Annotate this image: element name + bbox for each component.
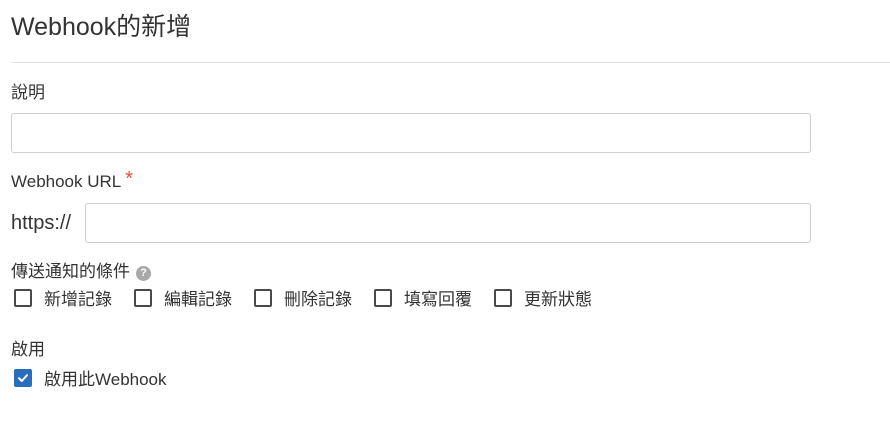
conditions-label-row: 傳送通知的條件?: [11, 261, 151, 283]
url-prefix: https://: [11, 212, 72, 234]
help-icon[interactable]: ?: [136, 266, 151, 281]
checkbox-label: 編輯記錄: [164, 290, 232, 309]
url-label-row: Webhook URL *: [11, 168, 134, 193]
enable-section-label: 啟用: [11, 340, 45, 359]
page-title: Webhook的新增: [11, 13, 192, 41]
title-divider: [11, 62, 890, 63]
checkbox-label: 新增記錄: [44, 290, 112, 309]
webhook-url-input[interactable]: [85, 203, 811, 243]
checkbox-label: 填寫回覆: [404, 290, 472, 309]
checkbox-label: 更新狀態: [524, 290, 592, 309]
url-label: Webhook URL: [11, 172, 122, 191]
checkmark-icon: [18, 374, 28, 382]
checkbox-label: 刪除記錄: [284, 290, 352, 309]
update-status-checkbox[interactable]: [494, 289, 512, 307]
edit-record-checkbox[interactable]: [134, 289, 152, 307]
fill-response-checkbox[interactable]: [374, 289, 392, 307]
required-asterisk: *: [125, 168, 134, 190]
add-record-checkbox[interactable]: [14, 289, 32, 307]
conditions-label: 傳送通知的條件: [11, 262, 130, 281]
enable-webhook-checkbox[interactable]: [14, 369, 32, 387]
enable-webhook-label: 啟用此Webhook: [44, 370, 167, 389]
delete-record-checkbox[interactable]: [254, 289, 272, 307]
description-label: 說明: [11, 83, 45, 102]
description-input[interactable]: [11, 113, 811, 153]
